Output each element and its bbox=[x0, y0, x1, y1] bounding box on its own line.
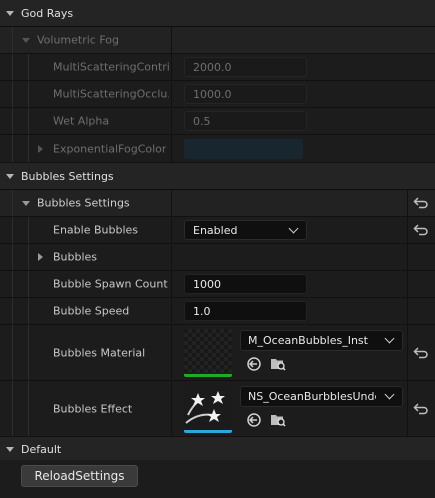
triangle-down-icon bbox=[6, 174, 14, 179]
triangle-down-icon bbox=[22, 38, 30, 43]
enable-bubbles-dropdown[interactable]: Enabled bbox=[184, 220, 307, 240]
property-multiscattering-occlusion: MultiScatteringOcclu... 1000.0 bbox=[0, 81, 435, 108]
group-volumetric-fog[interactable]: Volumetric Fog bbox=[0, 27, 435, 54]
asset-type-bar bbox=[184, 374, 232, 377]
reload-settings-button[interactable]: ReloadSettings bbox=[21, 465, 138, 487]
triangle-right-icon bbox=[38, 253, 43, 261]
reset-arrow-icon[interactable] bbox=[413, 223, 429, 237]
dropdown-value: Enabled bbox=[193, 224, 238, 237]
triangle-down-icon bbox=[6, 447, 14, 452]
triangle-down-icon bbox=[22, 201, 30, 206]
category-label: God Rays bbox=[21, 7, 74, 20]
browse-arrow-icon[interactable] bbox=[246, 356, 262, 372]
triangle-down-icon bbox=[6, 11, 14, 16]
wet-alpha-input[interactable]: 0.5 bbox=[184, 111, 307, 131]
group-bubbles-settings[interactable]: Bubbles Settings bbox=[0, 190, 435, 217]
chevron-down-icon bbox=[384, 389, 395, 400]
property-exponential-fog-color[interactable]: ExponentialFogColor bbox=[0, 135, 435, 163]
bubble-spawn-count-input[interactable]: 1000 bbox=[184, 274, 307, 294]
property-wet-alpha: Wet Alpha 0.5 bbox=[0, 108, 435, 135]
bubble-speed-input[interactable]: 1.0 bbox=[184, 301, 307, 321]
material-thumbnail[interactable] bbox=[184, 329, 232, 377]
browse-arrow-icon[interactable] bbox=[246, 412, 262, 428]
property-label: Bubble Spawn Count bbox=[53, 277, 168, 291]
exponential-fog-color-swatch[interactable] bbox=[184, 138, 303, 159]
effect-thumbnail[interactable] bbox=[184, 385, 232, 433]
material-asset-picker[interactable]: M_OceanBubbles_Inst bbox=[240, 330, 403, 351]
property-label: Enable Bubbles bbox=[53, 223, 139, 237]
asset-name: M_OceanBubbles_Inst bbox=[248, 334, 368, 347]
stars-icon bbox=[185, 391, 225, 424]
multiscattering-occlusion-input[interactable]: 1000.0 bbox=[184, 84, 307, 104]
property-label: Bubbles Effect bbox=[53, 402, 133, 415]
group-label: Volumetric Fog bbox=[37, 33, 119, 47]
property-bubbles-effect: Bubbles Effect NS_OceanBurbblesUnderv bbox=[0, 381, 435, 437]
property-label: MultiScatteringContri... bbox=[53, 60, 169, 74]
property-label: MultiScatteringOcclu... bbox=[53, 87, 169, 101]
folder-search-icon[interactable] bbox=[270, 412, 286, 428]
group-label: Bubbles Settings bbox=[37, 196, 130, 210]
category-label: Default bbox=[21, 443, 62, 456]
property-multiscattering-contribution: MultiScatteringContri... 2000.0 bbox=[0, 54, 435, 81]
chevron-down-icon bbox=[288, 223, 299, 234]
reset-arrow-icon[interactable] bbox=[413, 346, 429, 360]
asset-type-bar bbox=[184, 430, 232, 433]
triangle-right-icon bbox=[38, 144, 43, 153]
property-label: Bubbles bbox=[53, 250, 98, 264]
multiscattering-contribution-input[interactable]: 2000.0 bbox=[184, 57, 307, 77]
chevron-down-icon bbox=[384, 333, 395, 344]
folder-search-icon[interactable] bbox=[270, 356, 286, 372]
asset-name: NS_OceanBurbblesUnderv bbox=[248, 390, 376, 403]
effect-asset-picker[interactable]: NS_OceanBurbblesUnderv bbox=[240, 386, 403, 407]
category-label: Bubbles Settings bbox=[21, 170, 114, 183]
category-bubbles-settings[interactable]: Bubbles Settings bbox=[0, 163, 435, 190]
property-label: Wet Alpha bbox=[53, 114, 110, 128]
property-bubble-speed: Bubble Speed 1.0 bbox=[0, 298, 435, 325]
reset-arrow-icon[interactable] bbox=[413, 196, 429, 210]
category-default[interactable]: Default bbox=[0, 437, 435, 461]
property-bubble-spawn-count: Bubble Spawn Count 1000 bbox=[0, 271, 435, 298]
property-label: Bubbles Material bbox=[53, 346, 146, 359]
property-label: ExponentialFogColor bbox=[53, 142, 167, 155]
property-label: Bubble Speed bbox=[53, 304, 130, 318]
property-enable-bubbles: Enable Bubbles Enabled bbox=[0, 217, 435, 244]
property-bubbles-material: Bubbles Material M_OceanBubbles_Inst bbox=[0, 325, 435, 381]
property-bubbles[interactable]: Bubbles bbox=[0, 244, 435, 271]
reset-arrow-icon[interactable] bbox=[413, 402, 429, 416]
category-god-rays[interactable]: God Rays bbox=[0, 0, 435, 27]
